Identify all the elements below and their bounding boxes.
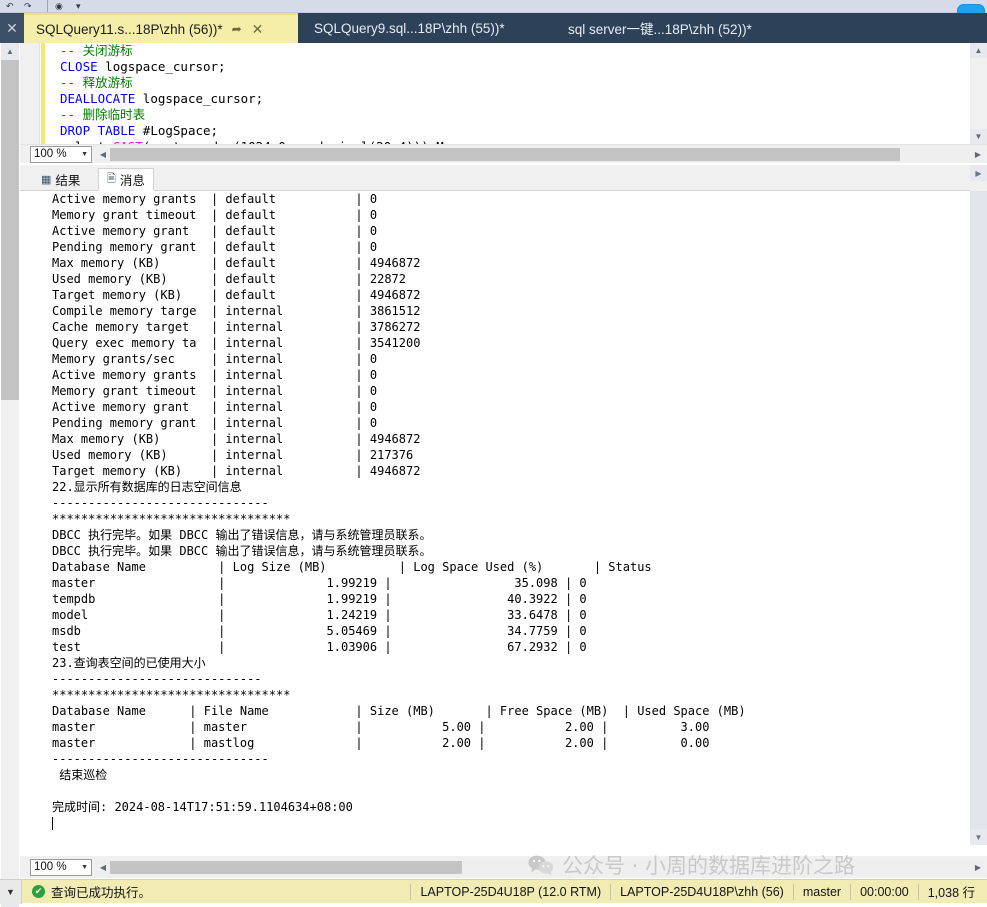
- messages-zoom-value: 100 %: [34, 861, 67, 873]
- success-check-icon: ✔: [32, 885, 45, 898]
- messages-vertical-scrollbar[interactable]: ▶ ▼: [970, 165, 987, 845]
- status-expand-icon[interactable]: ▼: [0, 879, 22, 904]
- code-line: -- 删除临时表: [60, 107, 970, 123]
- tab-label: sql server一键...18P\zhh (52))*: [568, 22, 752, 37]
- messages-horizontal-scrollbar[interactable]: ◀ ▶: [96, 858, 985, 876]
- debug-icon[interactable]: ◉: [55, 1, 63, 12]
- code-line: DROP TABLE #LogSpace;: [60, 123, 970, 139]
- toolbar-divider: [47, 0, 48, 12]
- scroll-right-icon[interactable]: ▶: [971, 859, 985, 876]
- redo-icon[interactable]: ↷: [24, 1, 32, 12]
- close-all-tabs-button[interactable]: ✕: [0, 13, 24, 43]
- scroll-right-icon[interactable]: ▶: [971, 146, 985, 163]
- hscroll-thumb[interactable]: [110, 860, 462, 874]
- chevron-down-icon[interactable]: ▼: [81, 864, 88, 871]
- tab-messages-label: 消息: [119, 174, 145, 188]
- code-token: -- 删除临时表: [60, 107, 146, 122]
- messages-text: Active memory grants | default | 0 Memor…: [52, 192, 746, 814]
- document-vertical-scrollbar[interactable]: ▲ ▼: [1, 43, 19, 907]
- code-token: DROP TABLE: [60, 123, 136, 138]
- status-database: master: [792, 883, 850, 900]
- status-text: 查询已成功执行。: [51, 886, 152, 900]
- sql-editor-pane: -- 关闭游标 CLOSE logspace_cursor; -- 释放游标 DEAL…: [20, 43, 987, 144]
- tab-sqlquery11[interactable]: SQLQuery11.s...18P\zhh (56))* ➦ ✕: [24, 13, 298, 43]
- text-caret: [52, 815, 53, 833]
- hscroll-thumb[interactable]: [110, 147, 900, 161]
- editor-tabstrip: ✕ SQLQuery11.s...18P\zhh (56))* ➦ ✕ SQLQ…: [0, 13, 987, 43]
- status-rows: 1,038 行: [917, 883, 987, 900]
- code-token: logspace_cursor;: [135, 91, 264, 106]
- editor-zoom-value: 100 %: [34, 148, 67, 160]
- status-user: LAPTOP-25D4U18P\zhh (56): [610, 883, 793, 900]
- tab-sqlquery9[interactable]: SQLQuery9.sql...18P\zhh (55))*: [302, 13, 552, 43]
- chevron-down-icon[interactable]: ▼: [81, 151, 88, 158]
- vscroll-thumb[interactable]: [1, 60, 19, 400]
- editor-vertical-scrollbar[interactable]: ▲ ▼: [970, 43, 987, 144]
- tab-messages[interactable]: 🗎 消息: [98, 168, 154, 191]
- code-token: CLOSE: [60, 59, 98, 74]
- editor-gutter: [20, 43, 40, 144]
- messages-bottom-bar: 100 % ▼ ◀ ▶: [20, 856, 987, 878]
- results-tabstrip: ▦ 结果 🗎 消息: [20, 165, 987, 191]
- code-token: -- 关闭游标: [60, 43, 133, 58]
- code-token: -- 释放游标: [60, 75, 133, 90]
- editor-change-indicator: [41, 43, 45, 144]
- toolbar-strip: ↶ ↷ ◉ ▾: [0, 0, 987, 13]
- pin-tab-icon[interactable]: ➦: [227, 22, 247, 36]
- scroll-down-icon[interactable]: ▼: [970, 129, 987, 144]
- query-status: ✔ 查询已成功执行。: [32, 882, 151, 901]
- tab-label: SQLQuery9.sql...18P\zhh (55))*: [314, 20, 505, 36]
- tab-results[interactable]: ▦ 结果: [32, 168, 89, 191]
- code-line: -- 关闭游标: [60, 43, 970, 59]
- editor-horizontal-scrollbar[interactable]: ◀ ▶: [96, 145, 985, 163]
- status-bar: ▼ ✔ 查询已成功执行。 LAPTOP-25D4U18P (12.0 RTM) …: [0, 879, 987, 904]
- scroll-up-icon[interactable]: ▲: [1, 43, 19, 60]
- filter-icon[interactable]: ▾: [76, 1, 81, 12]
- scroll-left-icon[interactable]: ◀: [96, 146, 110, 163]
- scroll-down-icon[interactable]: ▼: [970, 829, 987, 845]
- status-server: LAPTOP-25D4U18P (12.0 RTM): [410, 883, 610, 900]
- code-token: DEALLOCATE: [60, 91, 136, 106]
- tab-results-label: 结果: [55, 174, 81, 188]
- code-line: CLOSE logspace_cursor;: [60, 59, 970, 75]
- scroll-up-icon[interactable]: ▲: [970, 43, 987, 58]
- code-token: logspace_cursor;: [97, 59, 226, 74]
- messages-zoom-select[interactable]: 100 % ▼: [30, 858, 92, 876]
- tab-label: SQLQuery11.s...18P\zhh (56))*: [36, 21, 223, 37]
- outer-left-scroll-region: ▲ ▼: [0, 43, 20, 907]
- close-tab-icon[interactable]: ✕: [247, 21, 269, 38]
- editor-zoom-select[interactable]: 100 % ▼: [30, 145, 92, 163]
- vscroll-thumb[interactable]: [970, 191, 987, 845]
- hscroll-track[interactable]: [110, 860, 971, 874]
- sql-code-text[interactable]: -- 关闭游标 CLOSE logspace_cursor; -- 释放游标 DEAL…: [60, 43, 970, 144]
- editor-bottom-bar: 100 % ▼ ◀ ▶: [20, 144, 987, 163]
- code-line: DEALLOCATE logspace_cursor;: [60, 91, 970, 107]
- hscroll-track[interactable]: [110, 147, 971, 161]
- message-icon: 🗎: [107, 173, 116, 185]
- scroll-up-icon[interactable]: ▶: [970, 165, 987, 181]
- status-elapsed: 00:00:00: [850, 883, 918, 900]
- scroll-left-icon[interactable]: ◀: [96, 859, 110, 876]
- messages-output-pane[interactable]: Active memory grants | default | 0 Memor…: [20, 191, 970, 845]
- grid-icon: ▦: [41, 174, 52, 186]
- undo-icon[interactable]: ↶: [6, 1, 14, 12]
- code-token: #LogSpace;: [135, 123, 219, 138]
- tab-sqlserver-yijian[interactable]: sql server一键...18P\zhh (52))*: [556, 13, 854, 43]
- code-line: -- 释放游标: [60, 75, 970, 91]
- ssms-window: ↶ ↷ ◉ ▾ ∞ ≡ ✕ SQLQuery11.s...18P\zhh (56…: [0, 0, 987, 907]
